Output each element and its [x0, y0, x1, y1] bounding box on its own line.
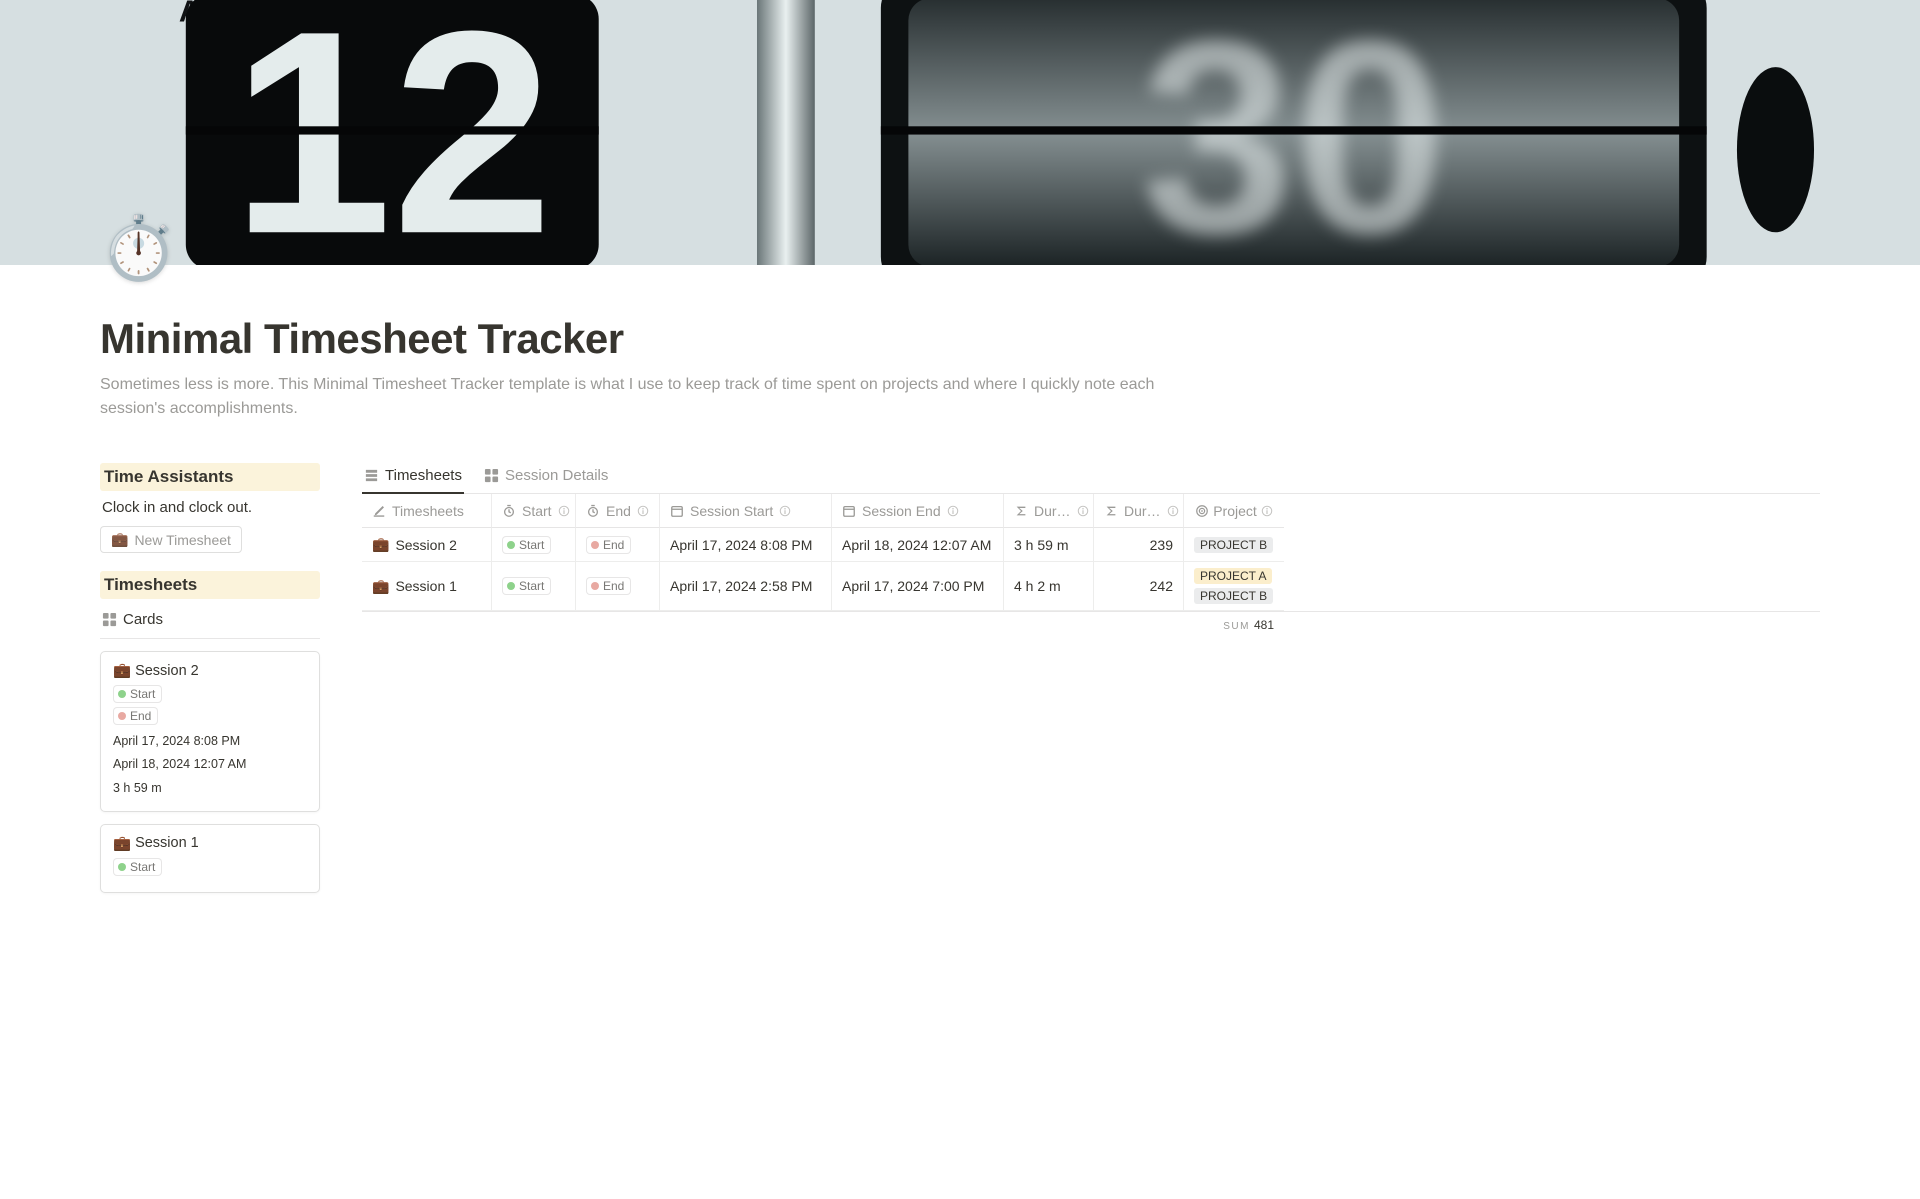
cell-session-start[interactable]: April 17, 2024 2:58 PM [660, 562, 832, 611]
cell-start[interactable]: Start [492, 562, 576, 611]
cell-duration-text[interactable]: 4 h 2 m [1004, 562, 1094, 611]
table-icon [364, 468, 379, 483]
cell-title[interactable]: 💼 Session 2 [362, 528, 492, 562]
table-row[interactable]: 💼 Session 1 Start End April 17, 2024 2:5… [362, 562, 1820, 611]
green-dot-icon [507, 541, 515, 549]
card-end-time: April 18, 2024 12:07 AM [113, 754, 307, 775]
project-tag[interactable]: PROJECT B [1194, 588, 1273, 604]
page-description[interactable]: Sometimes less is more. This Minimal Tim… [100, 373, 1200, 421]
edit-icon [372, 504, 386, 518]
green-dot-icon [507, 582, 515, 590]
page-emoji-icon[interactable]: ⏱️ [100, 218, 177, 280]
info-icon [637, 505, 649, 517]
info-icon [1077, 505, 1089, 517]
cell-project[interactable]: PROJECT B [1184, 528, 1284, 562]
briefcase-icon: 💼 [113, 835, 131, 852]
cell-end[interactable]: End [576, 562, 660, 611]
stopwatch-icon [502, 504, 516, 518]
green-dot-icon [118, 863, 126, 871]
col-duration-min[interactable]: Dur… [1094, 494, 1184, 528]
col-session-start[interactable]: Session Start [660, 494, 832, 528]
start-chip[interactable]: Start [502, 536, 551, 554]
cell-title[interactable]: 💼 Session 1 [362, 562, 492, 611]
tab-timesheets[interactable]: Timesheets [362, 463, 464, 494]
table-row[interactable]: 💼 Session 2 Start End April 17, 2024 8:0… [362, 528, 1820, 562]
end-chip[interactable]: End [586, 536, 631, 554]
start-chip[interactable]: Start [113, 685, 162, 703]
cover-image: AM 12 30 [0, 0, 1920, 265]
cell-duration-text[interactable]: 3 h 59 m [1004, 528, 1094, 562]
col-session-end[interactable]: Session End [832, 494, 1004, 528]
info-icon [947, 505, 959, 517]
tab-session-details[interactable]: Session Details [482, 463, 610, 494]
info-icon [1167, 505, 1179, 517]
sum-cell[interactable]: SUM 481 [1194, 618, 1284, 632]
tab-timesheets-label: Timesheets [385, 467, 462, 484]
project-tag[interactable]: PROJECT B [1194, 537, 1273, 553]
cell-session-end[interactable]: April 17, 2024 7:00 PM [832, 562, 1004, 611]
red-dot-icon [591, 582, 599, 590]
start-chip[interactable]: Start [113, 858, 162, 876]
cards-view-label: Cards [123, 611, 163, 628]
card-session-1[interactable]: 💼 Session 1 Start [100, 824, 320, 893]
end-chip[interactable]: End [586, 577, 631, 595]
sigma-icon [1104, 504, 1118, 518]
main-content: Timesheets Session Details Timesheets [362, 463, 1820, 905]
sum-value: 481 [1254, 618, 1274, 632]
row-title: Session 1 [395, 578, 456, 594]
briefcase-icon: 💼 [113, 662, 131, 679]
col-timesheets[interactable]: Timesheets [362, 494, 492, 528]
gallery-icon [484, 468, 499, 483]
green-dot-icon [118, 690, 126, 698]
timesheets-table: Timesheets Start End Session Star [362, 494, 1820, 612]
col-duration-text[interactable]: Dur… [1004, 494, 1094, 528]
cards-view-tab[interactable]: Cards [100, 605, 320, 639]
gallery-icon [102, 612, 117, 627]
cell-session-end[interactable]: April 18, 2024 12:07 AM [832, 528, 1004, 562]
col-project[interactable]: Project [1184, 494, 1284, 528]
section-time-assistants[interactable]: Time Assistants [100, 463, 320, 491]
new-timesheet-label: New Timesheet [134, 532, 230, 548]
calendar-icon [670, 504, 684, 518]
section-timesheets[interactable]: Timesheets [100, 571, 320, 599]
target-icon [1195, 504, 1209, 518]
table-header-row: Timesheets Start End Session Star [362, 494, 1820, 528]
stopwatch-icon [586, 504, 600, 518]
view-tabs: Timesheets Session Details [362, 463, 1820, 494]
col-end[interactable]: End [576, 494, 660, 528]
info-icon [1261, 505, 1273, 517]
briefcase-icon: 💼 [372, 578, 389, 595]
card-start-time: April 17, 2024 8:08 PM [113, 731, 307, 752]
project-tag[interactable]: PROJECT A [1194, 568, 1272, 584]
cell-duration-min[interactable]: 239 [1094, 528, 1184, 562]
start-chip[interactable]: Start [502, 577, 551, 595]
card-session-2[interactable]: 💼 Session 2 Start End April 17, 2024 8:0… [100, 651, 320, 812]
red-dot-icon [591, 541, 599, 549]
sigma-icon [1014, 504, 1028, 518]
sum-row: SUM 481 [362, 612, 1820, 632]
cell-session-start[interactable]: April 17, 2024 8:08 PM [660, 528, 832, 562]
col-start[interactable]: Start [492, 494, 576, 528]
cell-project[interactable]: PROJECT A PROJECT B [1184, 562, 1284, 611]
info-icon [779, 505, 791, 517]
card-title-label: Session 2 [135, 663, 199, 679]
cell-duration-min[interactable]: 242 [1094, 562, 1184, 611]
red-dot-icon [118, 712, 126, 720]
row-title: Session 2 [395, 537, 456, 553]
briefcase-icon: 💼 [111, 531, 128, 548]
page-title[interactable]: Minimal Timesheet Tracker [100, 315, 1820, 363]
card-title-label: Session 1 [135, 835, 199, 851]
clock-in-out-text: Clock in and clock out. [100, 497, 320, 518]
sidebar: Time Assistants Clock in and clock out. … [100, 463, 320, 905]
end-chip[interactable]: End [113, 707, 158, 725]
new-timesheet-button[interactable]: 💼 New Timesheet [100, 526, 242, 553]
calendar-icon [842, 504, 856, 518]
briefcase-icon: 💼 [372, 536, 389, 553]
cell-start[interactable]: Start [492, 528, 576, 562]
cell-end[interactable]: End [576, 528, 660, 562]
card-duration: 3 h 59 m [113, 778, 307, 799]
tab-session-details-label: Session Details [505, 467, 608, 484]
info-icon [558, 505, 570, 517]
sum-label: SUM [1223, 621, 1250, 632]
